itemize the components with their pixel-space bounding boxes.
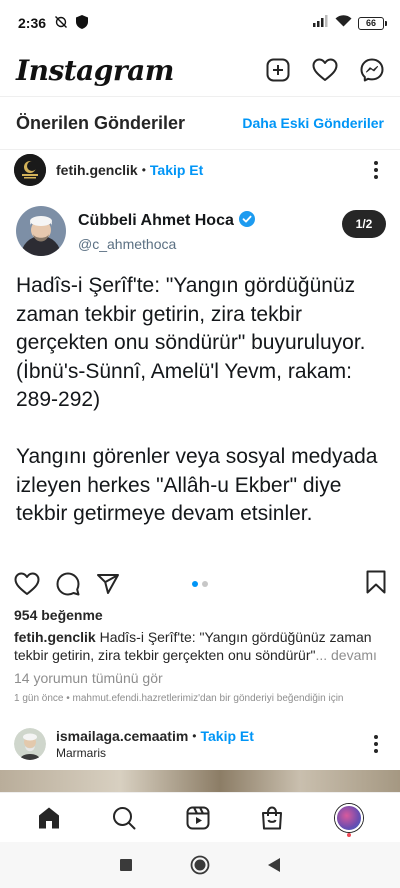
back-triangle-icon[interactable]: [267, 857, 281, 873]
shield-icon: [76, 14, 89, 32]
follow-button[interactable]: Takip Et: [201, 728, 254, 744]
shop-icon[interactable]: [260, 805, 284, 830]
separator-dot: •: [192, 729, 197, 743]
system-nav-bar: [0, 842, 400, 888]
next-post-media[interactable]: [0, 770, 400, 792]
home-circle-icon[interactable]: [190, 855, 210, 875]
tweet-handle: @c_ahmethoca: [78, 235, 177, 252]
mute-alarm-icon: [54, 15, 68, 32]
instagram-logo[interactable]: Instagram: [16, 54, 174, 87]
battery-indicator: 66: [358, 16, 387, 30]
carousel-dot-active: [192, 581, 198, 587]
home-icon[interactable]: [37, 806, 61, 830]
suggested-posts-title: Önerilen Gönderiler: [16, 112, 186, 133]
caption-username[interactable]: fetih.genclik: [14, 629, 96, 645]
suggested-posts-bar: Önerilen Gönderiler Daha Eski Gönderiler: [0, 96, 400, 150]
view-comments-link[interactable]: 14 yorumun tümünü gör: [14, 670, 163, 686]
follow-button[interactable]: Takip Et: [150, 162, 203, 178]
avatar[interactable]: [14, 728, 46, 760]
likes-count[interactable]: 954 beğenme: [14, 607, 103, 623]
messenger-icon[interactable]: [360, 58, 384, 82]
profile-avatar[interactable]: [334, 803, 363, 832]
signal-icon: [313, 14, 329, 32]
tweet-text: Hadîs-i Şerîf'te: "Yangın gördüğünüz zam…: [16, 274, 378, 525]
post-meta: 1 gün önce • mahmut.efendi.hazretlerimiz…: [14, 693, 344, 704]
verified-badge-icon: [238, 210, 255, 232]
comment-icon[interactable]: [56, 572, 80, 596]
like-heart-icon[interactable]: [14, 572, 40, 596]
carousel-counter: 1/2: [342, 210, 386, 238]
reels-icon[interactable]: [186, 806, 210, 830]
caption-more-link[interactable]: ... devamı: [315, 647, 376, 663]
post-username[interactable]: fetih.genclik: [56, 162, 138, 178]
carousel-dots: [192, 581, 208, 587]
older-posts-link[interactable]: Daha Eski Gönderiler: [242, 115, 384, 131]
new-post-icon[interactable]: [266, 58, 290, 82]
post-caption: fetih.genclik Hadîs-i Şerîf'te: "Yangın …: [14, 628, 386, 664]
tweet-header: Cübbeli Ahmet Hoca @c_ahmethoca: [16, 206, 255, 256]
next-post-username[interactable]: ismailaga.cemaatim: [56, 728, 188, 744]
post-header: fetih.genclik • Takip Et: [0, 148, 400, 192]
separator-dot: •: [141, 163, 146, 177]
search-icon[interactable]: [112, 806, 136, 830]
bookmark-icon[interactable]: [366, 570, 386, 594]
tweet-avatar: [16, 206, 66, 256]
heart-icon[interactable]: [312, 58, 338, 82]
recents-square-icon[interactable]: [119, 858, 133, 872]
tweet-author-name: Cübbeli Ahmet Hoca: [78, 212, 234, 229]
share-icon[interactable]: [96, 572, 120, 596]
post-media[interactable]: Cübbeli Ahmet Hoca @c_ahmethoca 1/2 Hadî…: [0, 190, 400, 562]
next-post-header: ismailaga.cemaatim • Takip Et Marmaris: [0, 720, 400, 768]
status-bar: 2:36 66: [0, 0, 400, 46]
post-location[interactable]: Marmaris: [56, 746, 254, 760]
bottom-nav: [0, 792, 400, 842]
carousel-dot: [202, 581, 208, 587]
more-options-icon[interactable]: [366, 735, 386, 753]
avatar[interactable]: [14, 154, 46, 186]
wifi-icon: [335, 14, 352, 32]
app-header: Instagram: [0, 46, 400, 94]
more-options-icon[interactable]: [366, 161, 386, 179]
post-actions: [0, 566, 400, 602]
status-time: 2:36: [18, 15, 47, 31]
